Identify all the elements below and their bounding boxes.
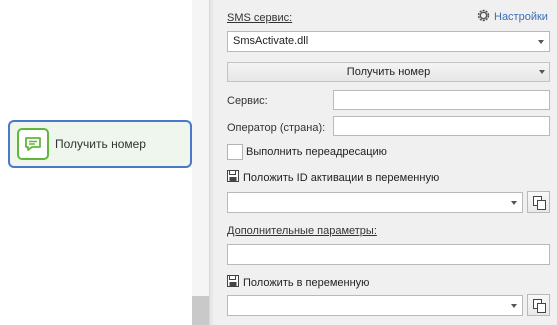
settings-link[interactable]: Настройки <box>476 9 548 25</box>
gear-icon <box>476 8 491 26</box>
output-var-row: Положить в переменную <box>227 275 369 290</box>
operator-label: Оператор (страна): <box>227 122 326 134</box>
output-var-select[interactable] <box>227 295 523 316</box>
output-var-label: Положить в переменную <box>243 276 370 289</box>
action-node-get-number[interactable]: Получить номер <box>8 120 192 168</box>
get-number-action-button[interactable]: Получить номер <box>227 62 550 82</box>
activation-var-row: Положить ID активации в переменную <box>227 170 439 185</box>
redirect-label: Выполнить переадресацию <box>246 146 387 158</box>
sms-service-value: SmsActivate.dll <box>233 35 309 47</box>
variables-list-button[interactable] <box>527 191 550 213</box>
operator-input[interactable] <box>333 116 550 136</box>
chevron-down-icon <box>539 70 545 74</box>
sms-service-title: SMS сервис: <box>227 12 293 24</box>
redirect-checkbox[interactable] <box>227 144 243 160</box>
sms-service-select[interactable]: SmsActivate.dll <box>227 31 550 52</box>
activation-var-select[interactable] <box>227 192 523 213</box>
chevron-down-icon <box>511 304 517 308</box>
extra-params-title: Дополнительные параметры: <box>227 225 377 237</box>
node-label: Получить номер <box>55 137 146 151</box>
message-icon <box>17 128 49 160</box>
scrollbar-thumb[interactable] <box>192 296 209 325</box>
chevron-down-icon <box>538 40 544 44</box>
save-icon <box>227 275 239 290</box>
extra-params-input[interactable] <box>227 244 550 265</box>
service-label: Сервис: <box>227 95 268 107</box>
service-input[interactable] <box>333 90 550 110</box>
action-button-label: Получить номер <box>346 66 431 78</box>
workflow-canvas[interactable]: Получить номер <box>0 0 192 325</box>
chevron-down-icon <box>511 201 517 205</box>
save-icon <box>227 170 239 185</box>
vertical-scrollbar[interactable] <box>192 0 209 325</box>
variables-list-button[interactable] <box>527 294 550 316</box>
activation-var-label: Положить ID активации в переменную <box>243 171 440 184</box>
settings-label: Настройки <box>494 11 548 23</box>
